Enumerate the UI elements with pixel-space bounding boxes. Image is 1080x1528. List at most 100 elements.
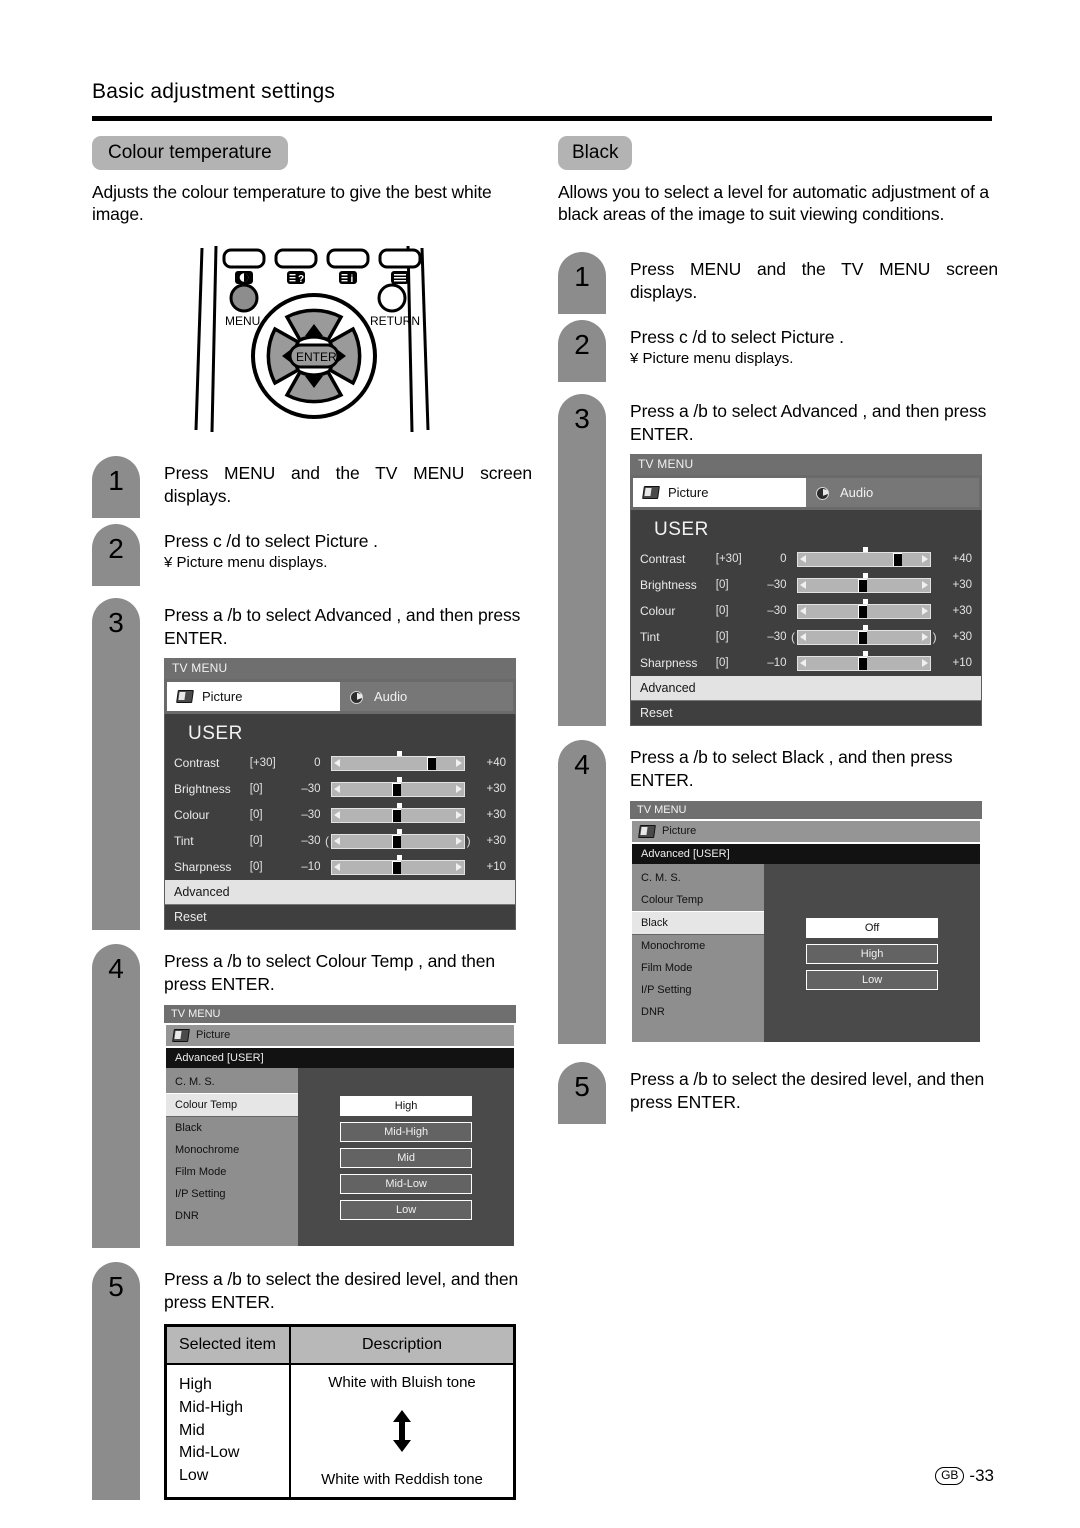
advanced-menu-item[interactable]: I/P Setting xyxy=(166,1183,298,1205)
tab-audio[interactable]: Audio xyxy=(806,478,979,508)
slider-thumb[interactable] xyxy=(392,860,402,874)
slider-track[interactable] xyxy=(330,802,466,823)
osd-slider-row[interactable]: Tint [0] –30 () +30 xyxy=(640,624,972,650)
slider-track[interactable] xyxy=(330,776,466,797)
advanced-option-button[interactable]: Off xyxy=(806,917,939,938)
osd-slider-row[interactable]: Colour [0] –30 +30 xyxy=(174,802,506,828)
slider-left-arrow-icon[interactable] xyxy=(333,837,340,846)
advanced-option-button[interactable]: Mid xyxy=(340,1147,473,1168)
advanced-option-button[interactable]: Low xyxy=(806,969,939,990)
slider-left-arrow-icon[interactable] xyxy=(799,555,806,564)
osd-slider-row[interactable]: Colour [0] –30 +30 xyxy=(640,598,972,624)
osd-item-reset[interactable]: Reset xyxy=(631,700,981,726)
slider-thumb[interactable] xyxy=(858,656,868,670)
slider-right-arrow-icon[interactable] xyxy=(922,607,929,616)
osd-slider-row[interactable]: Contrast [+30] 0 +40 xyxy=(640,546,972,572)
slider-center-tick xyxy=(863,598,869,604)
osd-slider-row[interactable]: Brightness [0] –30 +30 xyxy=(640,572,972,598)
osd-slider-row[interactable]: Contrast [+30] 0 +40 xyxy=(174,750,506,776)
slider-track[interactable] xyxy=(796,598,932,619)
slider-thumb[interactable] xyxy=(858,578,868,592)
slider-right-arrow-icon[interactable] xyxy=(456,811,463,820)
advanced-menu-item[interactable]: C. M. S. xyxy=(166,1071,298,1093)
advanced-menu-item[interactable]: Colour Temp xyxy=(166,1092,299,1117)
osd-slider-row[interactable]: Brightness [0] –30 +30 xyxy=(174,776,506,802)
advanced-menu-item[interactable]: Film Mode xyxy=(166,1161,298,1183)
advanced-body: C. M. S. Colour Temp Black Monochrome Film M… xyxy=(632,863,980,1042)
slider-thumb[interactable] xyxy=(858,630,868,644)
step-2: 2 Press c /d to select Picture . ¥ Pictu… xyxy=(558,319,998,382)
slider-track[interactable] xyxy=(330,828,466,849)
slider-left-arrow-icon[interactable] xyxy=(799,633,806,642)
slider-label: Contrast xyxy=(174,756,220,771)
slider-center-tick xyxy=(863,650,869,656)
advanced-menu-item[interactable]: Black xyxy=(166,1117,298,1139)
advanced-option-button[interactable]: Mid-High xyxy=(340,1121,473,1142)
osd-item-advanced[interactable]: Advanced xyxy=(165,880,515,905)
slider-right-arrow-icon[interactable] xyxy=(456,785,463,794)
slider-max: +30 xyxy=(486,783,506,796)
slider-right-arrow-icon[interactable] xyxy=(922,555,929,564)
slider-left-arrow-icon[interactable] xyxy=(333,785,340,794)
slider-right-arrow-icon[interactable] xyxy=(922,659,929,668)
slider-right-arrow-icon[interactable] xyxy=(922,581,929,590)
slider-track[interactable] xyxy=(796,546,932,567)
osd-slider-row[interactable]: Sharpness [0] –10 +10 xyxy=(174,854,506,880)
page-header: Basic adjustment settings xyxy=(92,80,992,121)
osd-preset-title: USER xyxy=(654,519,709,541)
table-body: High Mid-High Mid Mid-Low Low White with Blu… xyxy=(167,1365,513,1497)
slider-track[interactable] xyxy=(796,572,932,593)
slider-thumb[interactable] xyxy=(392,834,402,848)
slider-value: [+30] xyxy=(249,757,276,770)
speaker-icon xyxy=(350,690,365,704)
slider-thumb[interactable] xyxy=(392,808,402,822)
advanced-menu-item[interactable]: Black xyxy=(632,910,765,935)
osd-preset-title: USER xyxy=(188,723,243,745)
slider-left-arrow-icon[interactable] xyxy=(799,659,806,668)
slider-left-arrow-icon[interactable] xyxy=(799,607,806,616)
advanced-menu-item[interactable]: Monochrome xyxy=(166,1139,298,1161)
advanced-menu-item[interactable]: DNR xyxy=(632,1001,764,1023)
slider-track[interactable] xyxy=(796,624,932,645)
advanced-menu-item[interactable]: Monochrome xyxy=(632,935,764,957)
advanced-menu-item[interactable]: I/P Setting xyxy=(632,979,764,1001)
slider-thumb[interactable] xyxy=(392,782,402,796)
osd-item-reset[interactable]: Reset xyxy=(165,904,515,930)
osd-slider-row[interactable]: Tint [0] –30 () +30 xyxy=(174,828,506,854)
slider-right-arrow-icon[interactable] xyxy=(922,633,929,642)
advanced-option-button[interactable]: High xyxy=(340,1095,473,1116)
advanced-menu-item[interactable]: Film Mode xyxy=(632,957,764,979)
slider-track[interactable] xyxy=(330,854,466,875)
slider-min: –30 xyxy=(767,579,787,592)
tab-picture[interactable]: Picture xyxy=(633,478,806,508)
osd-slider-row[interactable]: Sharpness [0] –10 +10 xyxy=(640,650,972,676)
slider-max: +40 xyxy=(486,757,506,770)
advanced-option-button[interactable]: Low xyxy=(340,1199,473,1220)
slider-left-arrow-icon[interactable] xyxy=(799,581,806,590)
advanced-menu-item[interactable]: C. M. S. xyxy=(632,867,764,889)
advanced-option-button[interactable]: High xyxy=(806,943,939,964)
tab-picture[interactable]: Picture xyxy=(167,682,340,712)
slider-right-arrow-icon[interactable] xyxy=(456,759,463,768)
slider-min: 0 xyxy=(780,553,787,566)
advanced-menu-item[interactable]: DNR xyxy=(166,1205,298,1227)
osd-item-advanced[interactable]: Advanced xyxy=(631,676,981,701)
advanced-menu-item[interactable]: Colour Temp xyxy=(632,889,764,911)
slider-center-tick xyxy=(397,776,403,782)
slider-left-arrow-icon[interactable] xyxy=(333,759,340,768)
slider-right-arrow-icon[interactable] xyxy=(456,863,463,872)
slider-track[interactable] xyxy=(796,650,932,671)
slider-track[interactable] xyxy=(330,750,466,771)
slider-left-arrow-icon[interactable] xyxy=(333,863,340,872)
table-items-cell: High Mid-High Mid Mid-Low Low xyxy=(167,1365,291,1497)
slider-right-arrow-icon[interactable] xyxy=(456,837,463,846)
slider-value: [0] xyxy=(249,809,263,822)
slider-thumb[interactable] xyxy=(893,552,903,566)
slider-label: Colour xyxy=(640,604,676,619)
slider-left-arrow-icon[interactable] xyxy=(333,811,340,820)
advanced-option-button[interactable]: Mid-Low xyxy=(340,1173,473,1194)
tab-audio[interactable]: Audio xyxy=(340,682,513,712)
slider-thumb[interactable] xyxy=(427,756,437,770)
slider-center-tick xyxy=(863,624,869,630)
slider-thumb[interactable] xyxy=(858,604,868,618)
